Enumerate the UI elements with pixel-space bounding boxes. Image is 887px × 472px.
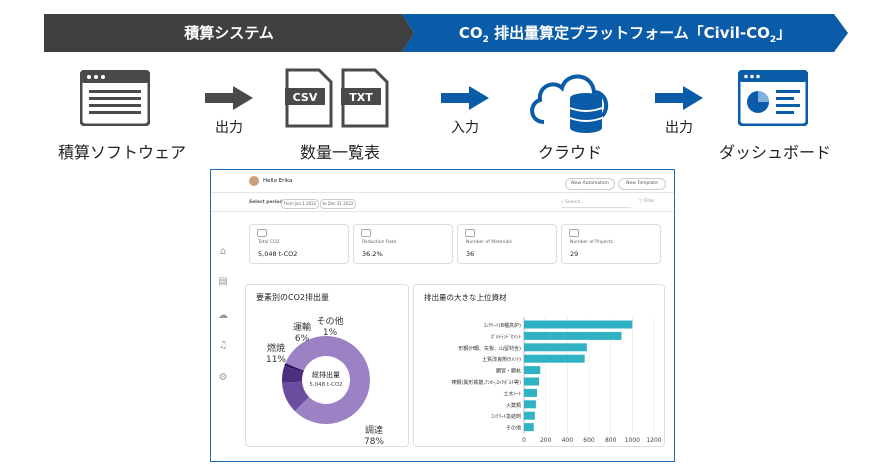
pie-slice-label: 運輸 — [293, 321, 311, 333]
banner-civil-co2: CO2 排出量算定プラットフォーム「Civil-CO2」 — [402, 14, 848, 52]
csv-file-icon: CSV — [285, 68, 333, 132]
svg-text:CSV: CSV — [293, 91, 318, 104]
bar-5 — [524, 377, 540, 386]
search-icon: ⌕ — [561, 200, 564, 205]
category-label: 火薬類 — [506, 402, 521, 409]
pie-slice-label: その他 — [316, 315, 343, 327]
period-from-chip[interactable]: From Jan 1 2022 — [281, 199, 319, 209]
category-label: 土質改良剤(ｾﾒﾝﾄ) — [482, 356, 521, 363]
dashboard-icon — [737, 69, 809, 130]
materials-icon — [465, 229, 475, 237]
cloud-icon[interactable]: ☁ — [217, 310, 229, 322]
banner-left-title: 積算システム — [184, 24, 274, 42]
pie-center-value: 5,048 t-CO2 — [309, 382, 342, 388]
bar-3 — [524, 354, 585, 363]
new-automation-button[interactable]: New Automation — [565, 178, 615, 190]
pie-slice-label: 調達 — [365, 424, 383, 436]
bar-4 — [524, 366, 541, 375]
x-tick-label: 600 — [583, 437, 595, 444]
pie-center-title: 総排出量 — [312, 370, 340, 379]
chart-icon[interactable]: ▤ — [217, 276, 229, 288]
category-label: 土木ｼｰﾄ — [503, 390, 521, 397]
card-value: 36 — [466, 250, 475, 258]
banner-right-title: CO2 排出量算定プラットフォーム「Civil-CO2」 — [458, 24, 792, 45]
x-tick-label: 400 — [562, 437, 574, 444]
bar-0 — [524, 320, 633, 329]
cloud-database-icon — [524, 64, 614, 138]
card-label: Reduction Rate — [362, 240, 397, 245]
browser-window-icon — [79, 69, 151, 130]
category-label: 棒鋼(異形鉄筋,ｱﾝｶｰ,ﾛｯｸﾎﾞﾙﾄ等) — [451, 379, 521, 386]
dashboard-screenshot: Hello Erika New Automation New Template … — [210, 169, 675, 462]
x-tick-label: 1000 — [625, 437, 640, 444]
avatar — [249, 176, 259, 186]
bell-icon[interactable]: ♫ — [217, 340, 229, 352]
flow-step-cloud: クラウド — [537, 143, 602, 162]
x-tick-label: 0 — [522, 437, 526, 444]
bar-7 — [524, 400, 536, 409]
new-template-button[interactable]: New Template — [618, 178, 666, 190]
filter-icon: ▽ — [639, 199, 643, 204]
materials-card: Number of Materials 36 — [457, 224, 557, 264]
settings-icon[interactable]: ⚙ — [217, 372, 229, 384]
filter-divider — [211, 211, 674, 212]
category-label: ﾎﾟﾙﾄﾗﾝﾄﾞｾﾒﾝﾄ — [491, 333, 522, 340]
svg-text:TXT: TXT — [349, 91, 373, 104]
card-label: Number of Projects — [570, 240, 614, 245]
flow-step-quantity-list: 数量一覧表 — [299, 143, 380, 162]
select-period-label: Select period — [249, 200, 283, 205]
arrow-right-icon — [655, 86, 703, 114]
arrow-label-input: 入力 — [451, 120, 479, 136]
arrow-right-icon — [441, 86, 489, 114]
pie-slice-percent: 6% — [295, 334, 310, 344]
search-input[interactable]: ⌕ Search... — [561, 199, 631, 208]
projects-icon — [569, 229, 579, 237]
card-label: Number of Materials — [466, 240, 512, 245]
pie-slice-percent: 78% — [364, 437, 384, 445]
filter-button[interactable]: ▽ Filter — [639, 199, 655, 204]
category-label: 形鋼(H鋼、矢板、山留材含) — [458, 345, 521, 352]
home-icon[interactable]: ⌂ — [217, 246, 229, 258]
category-label: ｺﾝｸﾘｰﾄ(B種高炉) — [484, 322, 521, 329]
pie-slice-percent: 11% — [266, 355, 286, 365]
card-value: 29 — [570, 250, 579, 258]
card-value: 5,048 t-CO2 — [258, 250, 298, 258]
bar-chart-panel: 排出量の大きな上位資材 ｺﾝｸﾘｰﾄ(B種高炉) ﾎﾟﾙﾄﾗﾝﾄﾞｾﾒﾝﾄ 形鋼(H… — [413, 284, 665, 447]
txt-file-icon: TXT — [341, 68, 389, 132]
header-divider — [211, 192, 674, 193]
bar-chart: ｺﾝｸﾘｰﾄ(B種高炉) ﾎﾟﾙﾄﾗﾝﾄﾞｾﾒﾝﾄ 形鋼(H鋼、矢板、山留材含) 土質… — [451, 317, 662, 444]
card-label: Total CO2 — [258, 240, 280, 245]
reduction-rate-card: Reduction Rate 36.2% — [353, 224, 453, 264]
category-label: 鋼管・鋼杭 — [496, 368, 521, 375]
x-tick-label: 200 — [540, 437, 552, 444]
bar-1 — [524, 331, 622, 340]
category-label: ｺﾝｸﾘｰﾄ急結剤 — [491, 413, 521, 420]
card-value: 36.2% — [362, 250, 383, 258]
pie-chart: 総排出量 5,048 t-CO2 調達78% 燃焼11% 運輸6% その他1% — [266, 315, 384, 445]
greeting-text: Hello Erika — [263, 178, 293, 184]
banner-estimation-system: 積算システム — [44, 14, 414, 52]
bar-9 — [524, 423, 534, 432]
cloud-icon — [257, 229, 267, 237]
arrow-label-output-2: 出力 — [665, 120, 693, 136]
flow-step-dashboard: ダッシュボード — [718, 143, 831, 162]
total-co2-card: Total CO2 5,048 t-CO2 — [249, 224, 349, 264]
pie-slice-percent: 1% — [323, 328, 338, 338]
bar-chart-icon — [361, 229, 371, 237]
bar-6 — [524, 388, 537, 397]
bar-8 — [524, 411, 535, 420]
x-tick-label: 1200 — [646, 437, 661, 444]
bar-2 — [524, 343, 587, 352]
arrow-label-output-1: 出力 — [215, 120, 243, 136]
pie-chart-panel: 要素別のCO2排出量 総排出量 5,048 t-CO2 調達 78% 燃焼 11% 運輸… — [245, 284, 409, 447]
period-to-chip[interactable]: to Dec 31 2022 — [320, 199, 356, 209]
projects-card: Number of Projects 29 — [561, 224, 661, 264]
arrow-right-icon — [205, 86, 253, 114]
category-label: その他 — [506, 425, 521, 432]
pie-center-hole — [302, 356, 350, 404]
flow-step-estimation-software: 積算ソフトウェア — [57, 143, 186, 162]
x-tick-label: 800 — [605, 437, 617, 444]
pie-slice-label: 燃焼 — [267, 342, 285, 354]
